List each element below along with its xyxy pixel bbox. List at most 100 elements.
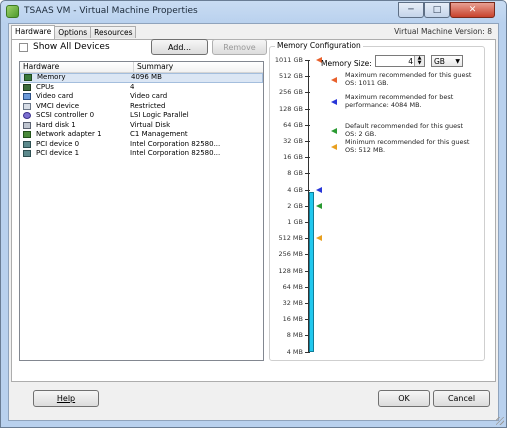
memory-size-label: Memory Size: (321, 59, 372, 68)
memory-unit-select[interactable]: GB ▼ (431, 55, 463, 67)
hardware-cell: CPUs (20, 83, 130, 93)
hardware-list[interactable]: Hardware Summary Memory 4096 MB CPUs 4 Video… (19, 61, 264, 361)
memory-marker-icon[interactable] (316, 202, 322, 209)
hardware-cell: Network adapter 1 (20, 130, 130, 140)
scale-tick-label: 8 MB (286, 331, 303, 340)
show-all-devices-checkbox[interactable]: Show All Devices (19, 42, 110, 52)
scale-tick-label: 4 GB (287, 185, 303, 194)
tab-resources[interactable]: Resources (90, 26, 137, 38)
remove-button[interactable]: Remove (212, 39, 267, 55)
scale-tick-label: 512 GB (279, 72, 303, 81)
add-button[interactable]: Add... (151, 39, 208, 55)
memory-icon (24, 74, 32, 82)
vm-version-label: Virtual Machine Version: 8 (394, 27, 492, 36)
summary-cell: C1 Management (130, 130, 188, 138)
scale-tick (305, 189, 310, 191)
memory-size-input[interactable]: 4 ▲ ▼ (375, 55, 425, 67)
summary-cell: Virtual Disk (130, 120, 171, 129)
dialog-window: TSAAS VM - Virtual Machine Properties ─ … (0, 0, 507, 428)
close-button[interactable]: ✕ (450, 2, 495, 18)
hardware-name: Video card (36, 92, 74, 100)
checkbox-box[interactable] (19, 42, 28, 52)
hardware-cell: Hard disk 1 (20, 121, 130, 131)
scale-tick-label: 16 MB (282, 315, 303, 324)
column-header-hardware[interactable]: Hardware (20, 62, 134, 72)
ok-button[interactable]: OK (378, 390, 430, 407)
table-row[interactable]: Video card Video card (20, 92, 263, 102)
hardware-cell: PCI device 0 (20, 140, 130, 150)
hardware-cell: Video card (20, 92, 130, 102)
scale-tick (305, 76, 310, 78)
show-all-devices-label: Show All Devices (33, 42, 110, 52)
hardware-name: SCSI controller 0 (36, 111, 95, 119)
hardware-name: PCI device 1 (36, 149, 80, 157)
memory-legend-item: Maximum recommended for best performance… (331, 93, 475, 109)
scale-tick-label: 16 GB (283, 153, 303, 162)
memory-legend-item: Minimum recommended for this guest OS: 5… (331, 138, 475, 154)
memory-size-spinner[interactable]: ▲ ▼ (414, 56, 424, 66)
video-card-icon (23, 93, 31, 101)
dialog-client: Hardware Options Resources Virtual Machi… (8, 23, 499, 421)
resize-grip[interactable] (496, 417, 504, 425)
legend-marker-icon (331, 77, 337, 83)
memory-size-value: 4 (408, 57, 413, 66)
vmci-device-icon (23, 102, 31, 110)
legend-text: Minimum recommended for this guest OS: 5… (345, 138, 470, 154)
memory-legend-item: Maximum recommended for this guest OS: 1… (331, 71, 475, 87)
legend-text: Maximum recommended for this guest OS: 1… (345, 71, 472, 87)
pci-device-icon (23, 140, 31, 148)
column-header-summary[interactable]: Summary (134, 62, 173, 72)
table-row[interactable]: Hard disk 1 Virtual Disk (20, 121, 263, 131)
table-row[interactable]: CPUs 4 (20, 83, 263, 93)
table-row[interactable]: PCI device 1 Intel Corporation 82580... (20, 149, 263, 159)
hardware-cell: SCSI controller 0 (20, 111, 130, 121)
tab-strip: Hardware Options Resources (11, 25, 137, 39)
scale-tick-label: 4 MB (286, 347, 303, 356)
scale-tick (305, 60, 310, 61)
table-row[interactable]: Memory 4096 MB (20, 73, 263, 83)
summary-cell: 4 (130, 82, 135, 91)
summary-cell: Intel Corporation 82580... (130, 139, 221, 148)
legend-text: Maximum recommended for best performance… (345, 93, 454, 109)
hardware-cell: Memory (21, 73, 131, 83)
help-button[interactable]: Help (33, 390, 99, 407)
scale-tick-label: 32 MB (282, 299, 303, 307)
memory-marker-icon[interactable] (316, 186, 322, 193)
scale-tick (305, 173, 310, 175)
cpu-icon (23, 83, 31, 91)
scale-tick-label: 1 GB (287, 218, 303, 226)
memory-marker-icon[interactable] (316, 235, 322, 242)
cancel-button[interactable]: Cancel (433, 390, 490, 407)
title-bar[interactable]: TSAAS VM - Virtual Machine Properties ─ … (1, 1, 506, 23)
table-row[interactable]: SCSI controller 0 LSI Logic Parallel (20, 111, 263, 121)
network-adapter-icon (23, 131, 31, 139)
memory-unit-value: GB (434, 57, 445, 66)
hardware-cell: VMCI device (20, 102, 130, 112)
scale-tick-label: 64 MB (282, 282, 303, 291)
hardware-name: CPUs (36, 82, 54, 91)
memory-scale-bar[interactable] (309, 192, 314, 352)
scale-tick-label: 256 MB (278, 250, 303, 259)
summary-cell: Intel Corporation 82580... (130, 149, 221, 157)
minimize-button[interactable]: ─ (398, 2, 424, 18)
tab-options[interactable]: Options (54, 26, 92, 38)
scsi-controller-icon (23, 112, 31, 120)
summary-cell: LSI Logic Parallel (130, 111, 189, 119)
memory-legend-item: Default recommended for this guest OS: 2… (331, 122, 475, 138)
hard-disk-icon (23, 121, 31, 129)
tab-hardware[interactable]: Hardware (11, 25, 56, 39)
table-row[interactable]: Network adapter 1 C1 Management (20, 130, 263, 140)
summary-cell: 4096 MB (131, 73, 162, 81)
hardware-cell: PCI device 1 (20, 149, 130, 159)
legend-marker-icon (331, 144, 337, 150)
legend-marker-icon (331, 128, 337, 134)
chevron-down-icon: ▼ (455, 58, 460, 65)
table-row[interactable]: PCI device 0 Intel Corporation 82580... (20, 140, 263, 150)
pci-device-icon (23, 150, 31, 158)
scale-tick-label: 8 GB (287, 169, 303, 178)
hardware-list-header: Hardware Summary (20, 62, 263, 73)
table-row[interactable]: VMCI device Restricted (20, 102, 263, 112)
hardware-name: Hard disk 1 (36, 120, 76, 129)
maximize-button[interactable]: □ (424, 2, 450, 18)
window-title: TSAAS VM - Virtual Machine Properties (24, 6, 198, 16)
